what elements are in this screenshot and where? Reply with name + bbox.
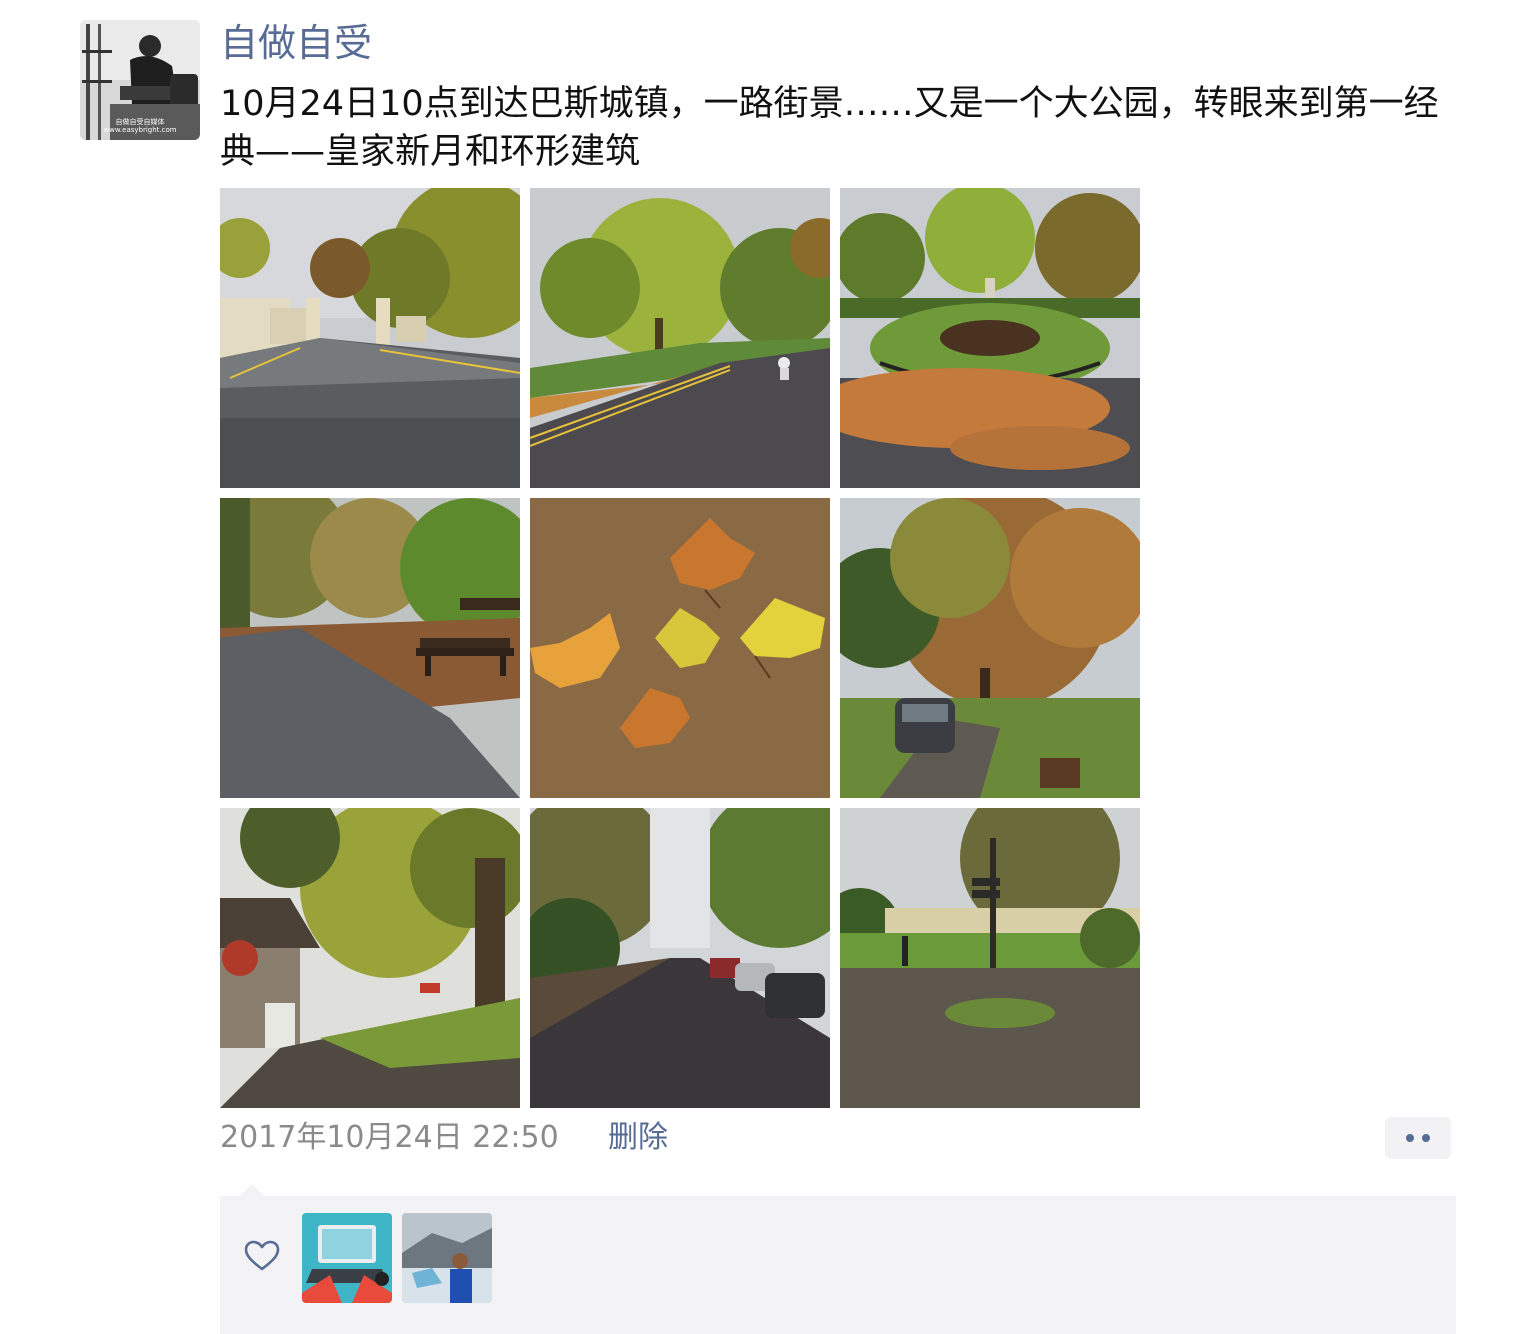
more-options-button[interactable] [1385, 1117, 1451, 1159]
photo-path-with-benches[interactable] [220, 498, 520, 798]
photo-yellow-leaves-on-ground[interactable] [530, 498, 830, 798]
photo-autumn-tree-parked-car[interactable] [840, 498, 1140, 798]
photo-royal-crescent-lawn[interactable] [840, 808, 1140, 1108]
photo-park-gate-road[interactable] [220, 188, 520, 488]
heart-outline-icon [244, 1240, 280, 1271]
author-avatar[interactable]: 自做自受自媒体 www.easybright.com [80, 20, 200, 140]
post-text: 10月24日10点到达巴斯城镇，一路街景……又是一个大公园，转眼来到第一经典——… [220, 84, 1439, 172]
delete-button[interactable]: 删除 [608, 1116, 668, 1160]
avatar-watermark: 自做自受自媒体 www.easybright.com [103, 118, 177, 134]
photo-street-with-parked-cars[interactable] [530, 808, 830, 1108]
liker-avatar-glacier[interactable] [402, 1213, 492, 1303]
photo-fenced-flowerbed[interactable] [840, 188, 1140, 488]
post-timestamp: 2017年10月24日 22:50 [220, 1120, 559, 1155]
likes-panel [220, 1184, 1456, 1334]
more-dots-icon-2 [1422, 1134, 1430, 1142]
photo-cottage-autumn-trees[interactable] [220, 808, 520, 1108]
liker-avatar-laptop[interactable] [302, 1213, 392, 1303]
photo-tree-lined-road-cyclist[interactable] [530, 188, 830, 488]
photo-grid [220, 188, 1140, 1108]
author-name[interactable]: 自做自受 [220, 18, 372, 68]
more-dots-icon [1406, 1134, 1414, 1142]
panel-pointer [240, 1184, 264, 1196]
